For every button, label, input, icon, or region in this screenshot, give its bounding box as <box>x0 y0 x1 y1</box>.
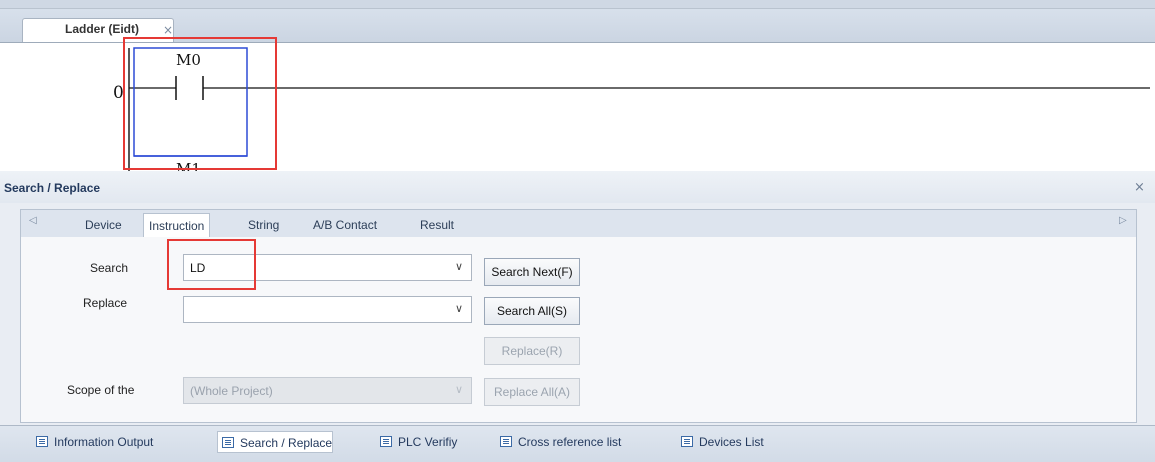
ladder-tab-label: Ladder (Eidt) <box>65 22 139 36</box>
chevron-down-icon: ∨ <box>454 383 463 396</box>
chevron-down-icon[interactable]: ∨ <box>455 260 463 273</box>
bottom-tab-plc-verify[interactable]: PLC Verifiy <box>380 431 457 453</box>
panel-title: Search / Replace <box>4 181 101 195</box>
replace-label: Replace <box>83 296 128 310</box>
bottom-tab-label: Devices List <box>699 435 764 449</box>
bottom-tab-cross-reference[interactable]: Cross reference list <box>500 431 621 453</box>
replace-input[interactable]: ∨ <box>183 296 472 323</box>
list-icon <box>222 437 234 448</box>
tab-scroll-left-icon[interactable]: ◁ <box>29 215 37 226</box>
search-label: Search <box>90 261 129 275</box>
bottom-tab-devices-list[interactable]: Devices List <box>681 431 764 453</box>
list-icon <box>36 436 48 447</box>
highlight-box-search <box>167 239 256 290</box>
tab-result[interactable]: Result <box>415 213 459 237</box>
tab-device[interactable]: Device <box>80 213 127 237</box>
scope-label: Scope of the <box>67 383 135 397</box>
scope-select[interactable]: (Whole Project) ∨ <box>183 377 472 404</box>
tab-strip-top <box>0 0 1155 9</box>
list-icon <box>500 436 512 447</box>
tab-instruction[interactable]: Instruction <box>143 213 211 237</box>
bottom-tab-label: PLC Verifiy <box>398 435 458 449</box>
scope-value: (Whole Project) <box>190 384 273 398</box>
bottom-tab-label: Information Output <box>54 435 154 449</box>
panel-close-icon[interactable]: × <box>1134 180 1145 195</box>
replace-button[interactable]: Replace(R) <box>484 337 580 365</box>
bottom-tab-search-replace[interactable]: Search / Replace <box>217 431 334 453</box>
bottom-tab-label: Cross reference list <box>518 435 622 449</box>
tab-string[interactable]: String <box>243 213 284 237</box>
chevron-down-icon[interactable]: ∨ <box>455 302 463 315</box>
highlight-box-contact <box>123 37 277 170</box>
bottom-tab-information-output[interactable]: Information Output <box>36 431 153 453</box>
panel-titlebar: Search / Replace <box>0 171 1155 203</box>
list-icon <box>681 436 693 447</box>
search-all-button[interactable]: Search All(S) <box>484 297 580 325</box>
list-icon <box>380 436 392 447</box>
close-icon[interactable]: × <box>163 23 173 37</box>
tab-ab-contact[interactable]: A/B Contact <box>308 213 382 237</box>
search-next-button[interactable]: Search Next(F) <box>484 258 580 286</box>
bottom-tab-label: Search / Replace <box>240 436 333 450</box>
replace-all-button[interactable]: Replace All(A) <box>484 378 580 406</box>
tab-scroll-right-icon[interactable]: ▷ <box>1119 215 1127 226</box>
